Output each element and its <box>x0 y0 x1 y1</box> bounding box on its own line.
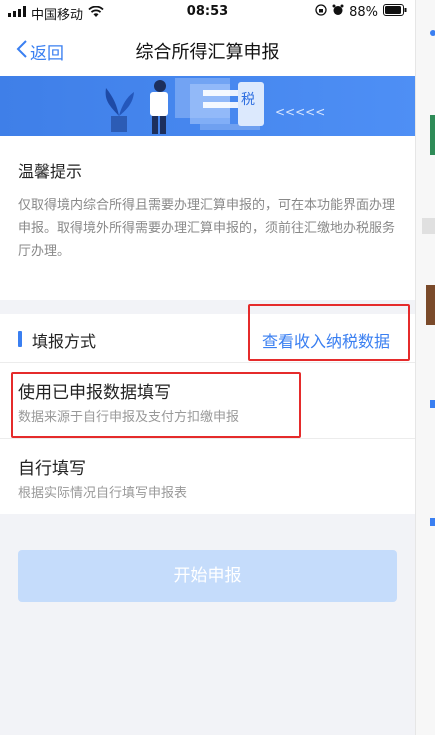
battery-icon <box>383 4 407 20</box>
tips-card: 温馨提示 仅取得境内综合所得且需要办理汇算申报的，可在本功能界面办理申报。取得境… <box>0 136 415 300</box>
battery-percent: 88% <box>349 4 378 20</box>
phone-screen: 中国移动 08:53 88% 返回 综合所得汇算申报 税 <<<<< 温馨提示 … <box>0 0 415 735</box>
section-accent-bar <box>18 331 22 347</box>
banner-illustration: 税 <<<<< <box>0 76 415 136</box>
highlight-box-link <box>248 304 410 361</box>
start-filing-button[interactable]: 开始申报 <box>18 550 397 602</box>
section-title: 填报方式 <box>32 332 97 351</box>
tips-title: 温馨提示 <box>18 162 83 181</box>
option-subtitle: 根据实际情况自行填写申报表 <box>18 486 188 501</box>
background-app-edge <box>415 0 435 735</box>
plant-icon <box>105 88 134 132</box>
highlight-box-option <box>11 372 301 438</box>
person-icon <box>150 80 168 134</box>
option-self-fill[interactable]: 自行填写 根据实际情况自行填写申报表 <box>0 439 415 514</box>
tips-body: 仅取得境内综合所得且需要办理汇算申报的，可在本功能界面办理申报。取得境外所得需要… <box>18 198 396 259</box>
option-title: 自行填写 <box>18 459 86 479</box>
page-title: 综合所得汇算申报 <box>135 42 280 63</box>
status-bar: 中国移动 08:53 88% <box>0 0 415 24</box>
arrows-decoration: <<<<< <box>275 105 325 119</box>
alarm-icon <box>332 4 344 20</box>
nav-bar: 返回 综合所得汇算申报 <box>0 24 415 76</box>
status-right: 88% <box>315 4 407 20</box>
tax-tag: 税 <box>241 92 255 108</box>
rotation-lock-icon <box>315 4 327 20</box>
